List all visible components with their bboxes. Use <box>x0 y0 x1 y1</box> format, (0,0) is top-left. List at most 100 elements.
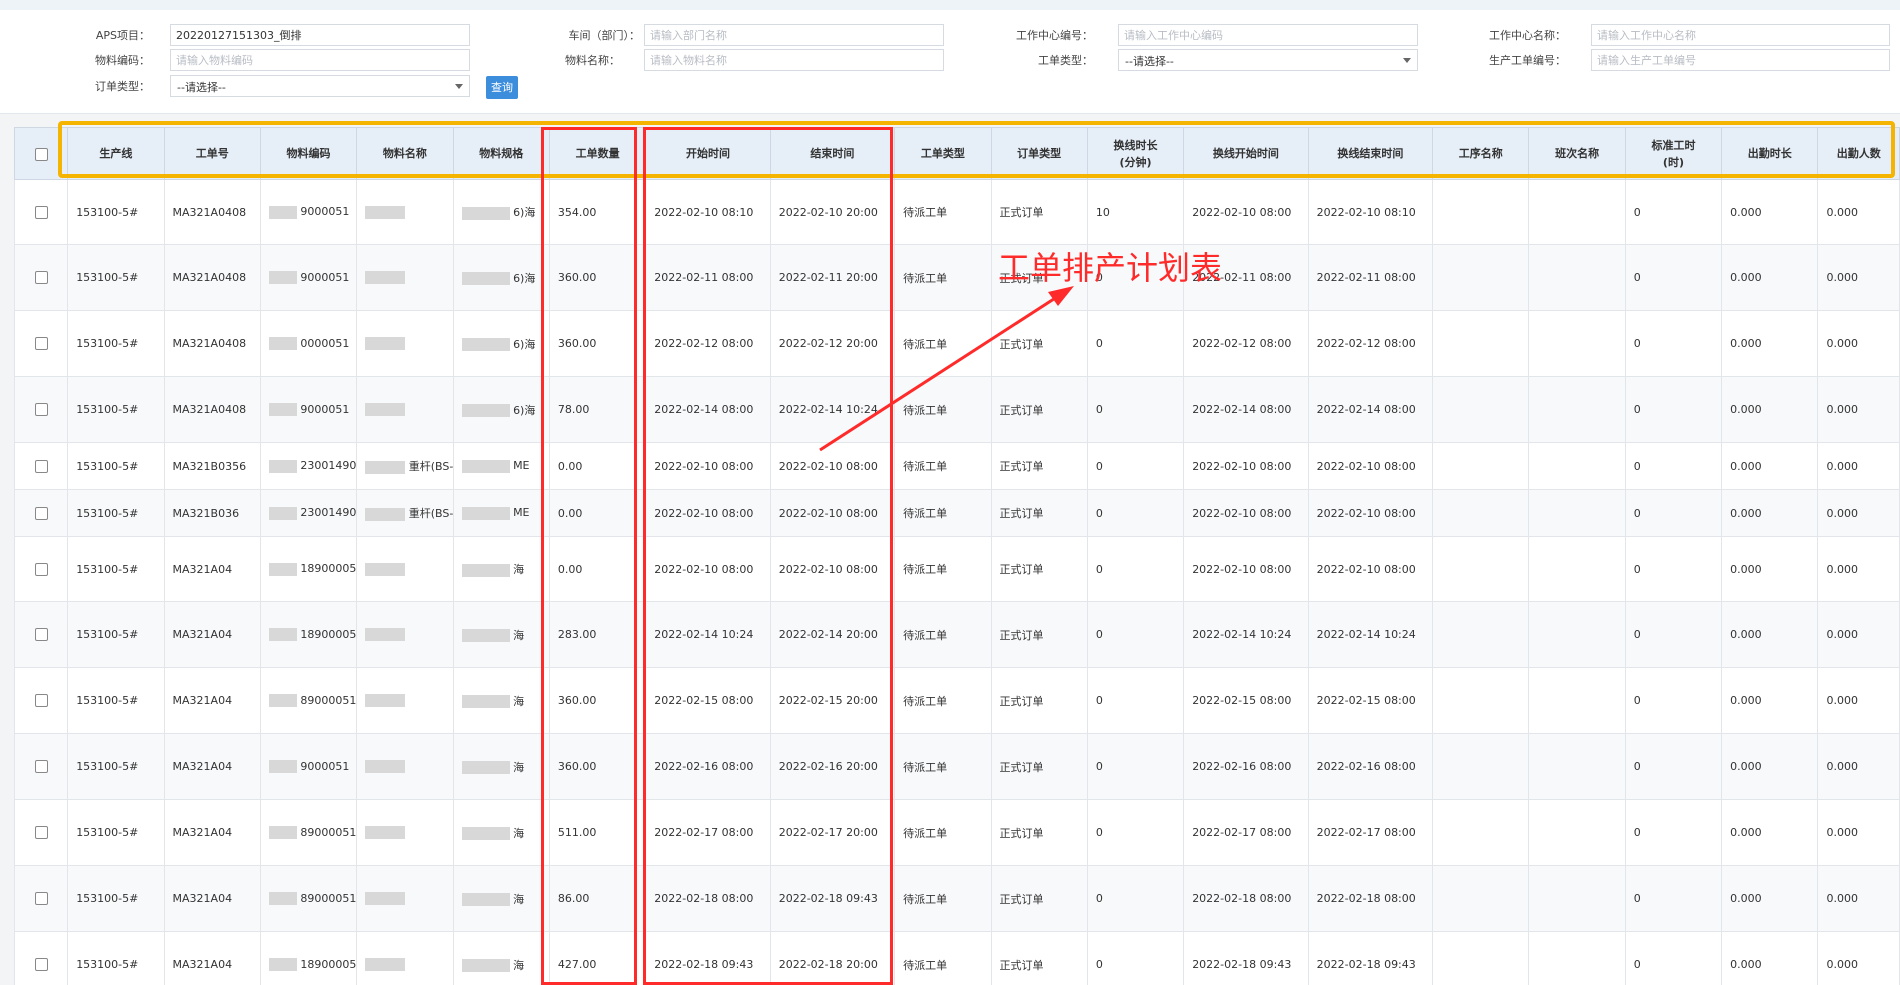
wo-type-value: --请选择-- <box>1125 55 1174 68</box>
table-row[interactable]: 153100-5#MA321A04 189000051 海427.002022-… <box>14 931 1900 985</box>
select-all-checkbox[interactable] <box>34 147 48 161</box>
material-code-label: 物料编码： <box>95 54 150 67</box>
col-header[interactable]: 标准工时 (时) <box>1624 127 1723 180</box>
table-row[interactable]: 153100-5# MA321A0408 9000051 6)海 78.00 2022… <box>14 376 1900 443</box>
table-row[interactable]: 153100-5# MA321A04 89000051 海 86.00 2022-02… <box>14 865 1900 932</box>
col-header[interactable]: 订单类型 <box>990 127 1088 180</box>
cell-line: 153100-5# <box>67 865 165 932</box>
row-checkbox[interactable] <box>34 958 48 972</box>
col-header[interactable]: 换线结束时间 <box>1307 127 1434 180</box>
table-row[interactable]: 153100-5#MA321A04 189000051 海283.002022-… <box>14 601 1900 668</box>
table-row[interactable]: 153100-5# MA321A0408 9000051 6)海 360.00 202… <box>14 244 1900 311</box>
table-row[interactable]: 153100-5# MA321A0408 0000051 6)海 360.00 202… <box>14 310 1900 377</box>
cell-end: 2022-02-14 10:24 <box>769 376 896 443</box>
redacted-block <box>461 893 510 906</box>
col-header[interactable]: 班次名称 <box>1528 127 1626 180</box>
cell-spec: 6)海 <box>452 376 550 443</box>
row-checkbox[interactable] <box>34 205 48 219</box>
col-header[interactable]: 换线时长 (分钟) <box>1086 127 1185 180</box>
cell-wo: MA321B0356 <box>163 442 261 490</box>
cell-std: 0 <box>1624 601 1723 668</box>
table-row[interactable]: 153100-5# MA321A04 89000051 海 360.00 2022-0… <box>14 667 1900 734</box>
row-checkbox[interactable] <box>34 337 48 351</box>
col-header[interactable]: 换线开始时间 <box>1183 127 1309 180</box>
cell-std: 0 <box>1624 179 1723 245</box>
cell-spec: 海 <box>452 799 550 866</box>
cell-code: 9000051 <box>259 376 358 443</box>
col-header[interactable]: 出勤时长 <box>1721 127 1819 180</box>
table-row[interactable]: 153100-5#MA321A04 189000051 海0.002022-02… <box>14 536 1900 602</box>
workshop-input[interactable] <box>644 24 944 46</box>
wc-code-input[interactable] <box>1118 24 1418 46</box>
wc-code-label: 工作中心编号： <box>1016 29 1093 42</box>
table-row[interactable]: 153100-5# MA321A04 9000051 海 360.00 2022-02… <box>14 733 1900 800</box>
aps-project-input[interactable] <box>170 24 470 46</box>
prod-wo-input[interactable] <box>1591 49 1890 71</box>
cell-otype: 正式订单 <box>990 601 1088 668</box>
table-row[interactable]: 153100-5# MA321A0408 9000051 6)海 354.00 202… <box>14 179 1900 245</box>
row-checkbox[interactable] <box>34 271 48 285</box>
redacted-block <box>461 629 510 642</box>
col-header[interactable]: 物料编码 <box>259 127 358 180</box>
redacted-block <box>268 459 297 473</box>
redacted-block <box>461 506 510 520</box>
col-header[interactable]: 出勤人数 <box>1817 127 1900 180</box>
cell-shift <box>1528 733 1626 800</box>
material-name-input[interactable] <box>644 49 944 71</box>
cell-end: 2022-02-10 08:00 <box>769 442 896 490</box>
row-checkbox[interactable] <box>34 562 48 576</box>
row-checkbox[interactable] <box>34 760 48 774</box>
workshop-label: 车间（部门）： <box>568 29 641 42</box>
cell-spec: 6)海 <box>452 310 550 377</box>
cell-ppl: 0.000 <box>1817 667 1900 734</box>
row-checkbox[interactable] <box>34 403 48 417</box>
row-checkbox[interactable] <box>34 459 48 473</box>
cell-shift <box>1528 244 1626 311</box>
row-checkbox[interactable] <box>34 826 48 840</box>
wc-name-input[interactable] <box>1591 24 1890 46</box>
cell-shift <box>1528 310 1626 377</box>
cell-line: 153100-5# <box>67 442 165 490</box>
redacted-block <box>268 562 297 576</box>
cell-att: 0.000 <box>1721 931 1819 985</box>
cell-cstart: 2022-02-14 10:24 <box>1183 601 1309 668</box>
table-row[interactable]: 153100-5# MA321B036 23001490 重杆(BS- ME 0.0… <box>14 489 1900 537</box>
query-button[interactable]: 查询 <box>486 76 518 99</box>
col-header[interactable]: 工序名称 <box>1432 127 1530 180</box>
col-header[interactable]: 开始时间 <box>645 127 771 180</box>
col-header[interactable]: 物料名称 <box>356 127 454 180</box>
cell-line: 153100-5# <box>67 931 165 985</box>
cell-wo: MA321B036 <box>163 489 261 537</box>
row-checkbox[interactable] <box>34 892 48 906</box>
cell-otype: 正式订单 <box>990 865 1088 932</box>
row-select-cell <box>14 310 69 377</box>
table-row[interactable]: 153100-5# MA321A04 89000051 海 511.00 2022-0… <box>14 799 1900 866</box>
cell-std: 0 <box>1624 489 1723 537</box>
col-header[interactable]: 工单数量 <box>548 127 647 180</box>
row-checkbox[interactable] <box>34 694 48 708</box>
material-code-input[interactable] <box>170 49 470 71</box>
col-header[interactable]: 工单类型 <box>894 127 992 180</box>
row-checkbox[interactable] <box>34 628 48 642</box>
redacted-block <box>365 403 406 417</box>
cell-start: 2022-02-14 10:24 <box>645 601 771 668</box>
row-checkbox[interactable] <box>34 506 48 520</box>
cell-end: 2022-02-18 09:43 <box>769 865 896 932</box>
cell-chg: 0 <box>1086 244 1185 311</box>
col-header[interactable]: 物料规格 <box>452 127 550 180</box>
cell-shift <box>1528 489 1626 537</box>
redacted-block <box>365 507 406 521</box>
table-row[interactable]: 153100-5# MA321B0356 23001490 重杆(BS- ME 0.… <box>14 442 1900 490</box>
col-header[interactable]: 工单号 <box>163 127 261 180</box>
col-header[interactable]: 生产线 <box>67 127 165 180</box>
col-header[interactable]: 结束时间 <box>769 127 896 180</box>
cell-spec: ME <box>452 442 550 490</box>
cell-att: 0.000 <box>1721 601 1819 668</box>
wo-type-select[interactable]: --请选择-- <box>1118 49 1418 71</box>
order-type-select[interactable]: --请选择-- <box>170 75 470 97</box>
cell-att: 0.000 <box>1721 733 1819 800</box>
cell-code: 89000051 <box>259 667 358 734</box>
cell-start: 2022-02-18 09:43 <box>645 931 771 985</box>
select-all-cell <box>14 127 69 180</box>
cell-wotype: 待派工单 <box>894 489 992 537</box>
